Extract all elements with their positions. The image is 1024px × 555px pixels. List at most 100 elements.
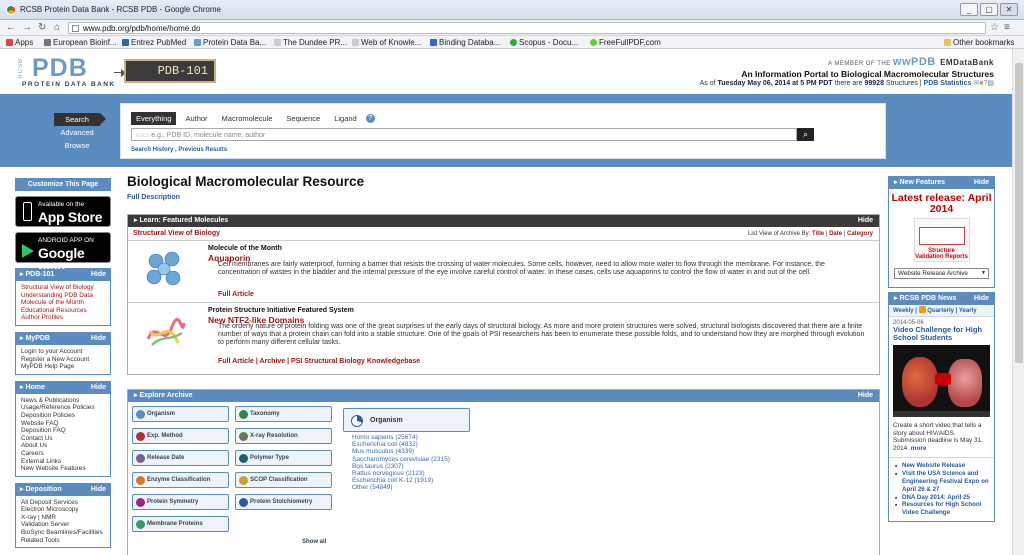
news-item-link[interactable]: New Website Release [895,462,990,470]
sidebar-link[interactable]: BioSync Beamlines/Facilities [21,529,106,537]
latest-release-title[interactable]: Latest release: April 2014 [889,193,994,215]
maximize-button[interactable]: ▢ [980,3,998,16]
bookmark-pdb[interactable]: Protein Data Ba... [194,38,266,47]
pdb-logo[interactable]: RCSB PDB PROTEIN DATA BANK [18,56,114,89]
structural-view-link[interactable]: Structural View of Biology [133,230,220,237]
sidebar-link[interactable]: Educational Resources [21,307,106,315]
search-nav-search[interactable]: Search [54,113,106,126]
sidebar-link[interactable]: Author Profiles [21,314,106,322]
forward-arrow-icon[interactable]: → [22,22,32,33]
news-item-link[interactable]: DNA Day 2014: April 25 [895,494,990,502]
organism-link[interactable]: Mus musculus (4339) [352,448,450,455]
release-poster[interactable]: Structure Validation Reports [913,218,970,262]
hide-link[interactable]: Hide [858,390,873,402]
more-link[interactable]: more [911,445,927,452]
search-history-links[interactable]: Search History , Previous Results [131,147,227,153]
sidebar-link[interactable]: Deposition FAQ [21,427,106,435]
tab-ligand[interactable]: Ligand [329,112,362,125]
news-headline-link[interactable]: Video Challenge for High School Students [889,326,994,342]
article-links[interactable]: Full Article | Archive | PSI Structural … [218,358,420,365]
reload-icon[interactable]: ↻ [38,22,46,33]
sidebar-link[interactable]: Understanding PDB Data [21,292,106,300]
pdb-statistics-link[interactable]: PDB Statistics [924,80,972,87]
search-button[interactable]: ⌕ [797,128,814,141]
google-play-badge[interactable]: ANDROID APP ON Google play [15,232,111,277]
organism-link[interactable]: Escherichia coli K-12 (1919) [352,477,450,484]
hide-link[interactable]: Hide [91,484,106,496]
hide-link[interactable]: Hide [858,215,873,227]
bookmark-freefullpdf[interactable]: FreeFullPDF.com [590,38,661,47]
menu-icon[interactable]: ≡ [1004,22,1010,33]
category-membrane-proteins[interactable]: Membrane Proteins [132,516,229,532]
list-by-date[interactable]: Date [829,231,842,237]
sidebar-link[interactable]: All Deposit Services [21,499,106,507]
sidebar-link[interactable]: News & Publications [21,397,106,405]
sidebar-link[interactable]: Validation Server [21,521,106,529]
app-store-badge[interactable]: Available on the App Store [15,196,111,227]
sidebar-link[interactable]: External Links [21,458,106,466]
rss-icon[interactable] [918,306,926,313]
video-control-bar[interactable] [893,411,990,417]
hide-link[interactable]: Hide [91,333,106,345]
ntf2-domain-image[interactable] [142,309,188,355]
category-taxonomy[interactable]: Taxonomy [235,406,332,422]
search-nav-advanced[interactable]: Advanced [54,126,100,139]
bookmark-wok[interactable]: Web of Knowle... [352,38,421,47]
hide-link[interactable]: Hide [974,177,989,189]
list-by-category[interactable]: Category [847,231,873,237]
quarterly-link[interactable]: Quarterly [927,308,954,314]
close-button[interactable]: ✕ [1000,3,1018,16]
pdb101-logo[interactable]: PDB-101 [124,59,216,83]
bookmark-pubmed[interactable]: Entrez PubMed [122,38,186,47]
search-input[interactable]: ▭▭ e.g., PDB ID, molecule name, author [131,128,797,141]
category-release-date[interactable]: Release Date [132,450,229,466]
full-article-link[interactable]: Full Article [218,291,254,298]
emdatabank-logo[interactable]: EMDataBank [940,58,994,67]
sidebar-link[interactable]: About Us [21,442,106,450]
sidebar-link[interactable]: Molecule of the Month [21,299,106,307]
category-exp-method[interactable]: Exp. Method [132,428,229,444]
category-organism[interactable]: Organism [132,406,229,422]
organism-link[interactable]: Saccharomyces cerevisiae (2315) [352,456,450,463]
sidebar-link[interactable]: Electron Microscopy [21,506,106,514]
list-by-title[interactable]: Title [812,231,824,237]
sidebar-link[interactable]: Login to your Account [21,348,106,356]
sidebar-link[interactable]: MyPDB Help Page [21,363,106,371]
category-scop-classification[interactable]: SCOP Classification [235,472,332,488]
bookmark-bindingdb[interactable]: Binding Databa... [430,38,500,47]
tab-everything[interactable]: Everything [131,112,177,125]
home-icon[interactable]: ⌂ [54,22,60,33]
sidebar-link[interactable]: Related Tools [21,537,106,545]
bookmark-ebi[interactable]: European Bioinf... [44,38,117,47]
scrollbar-thumb[interactable] [1015,63,1023,363]
yearly-link[interactable]: Yearly [959,308,977,314]
help-icon[interactable]: ? [365,114,375,123]
organism-link[interactable]: Other (54849) [352,484,450,491]
video-thumbnail[interactable] [893,345,990,417]
news-item-link[interactable]: Resources for High School Video Challeng… [895,501,990,517]
back-arrow-icon[interactable]: ← [6,22,16,33]
organism-link[interactable]: Escherichia coli (4832) [352,441,450,448]
customize-page-button[interactable]: Customize This Page [15,178,111,191]
hide-link[interactable]: Hide [91,269,106,281]
category-protein-symmetry[interactable]: Protein Symmetry [132,494,229,510]
wwpdb-logo[interactable]: wwPDB [893,56,936,68]
organism-link[interactable]: Bos taurus (2307) [352,463,450,470]
release-archive-select[interactable]: Website Release Archive [894,268,989,279]
print-icon[interactable]: ▤ [987,80,994,87]
sidebar-link[interactable]: Structural View of Biology [21,284,106,292]
tab-macromolecule[interactable]: Macromolecule [217,112,278,125]
weekly-link[interactable]: Weekly [893,308,914,314]
sidebar-link[interactable]: Website FAQ [21,420,106,428]
tab-author[interactable]: Author [180,112,212,125]
news-item-link[interactable]: Visit the USA Science and Engineering Fe… [895,470,990,493]
sidebar-link[interactable]: Usage/Reference Policies [21,404,106,412]
aquaporin-image[interactable] [142,247,188,293]
hide-link[interactable]: Hide [974,293,989,305]
bookmark-scopus[interactable]: Scopus - Docu... [510,38,578,47]
minimize-button[interactable]: _ [960,3,978,16]
sidebar-link[interactable]: New Website Features [21,465,106,473]
url-input[interactable]: www.pdb.org/pdb/home/home.do [68,22,986,34]
sidebar-link[interactable]: X-ray | NMR [21,514,106,522]
sidebar-link[interactable]: Register a New Account [21,356,106,364]
